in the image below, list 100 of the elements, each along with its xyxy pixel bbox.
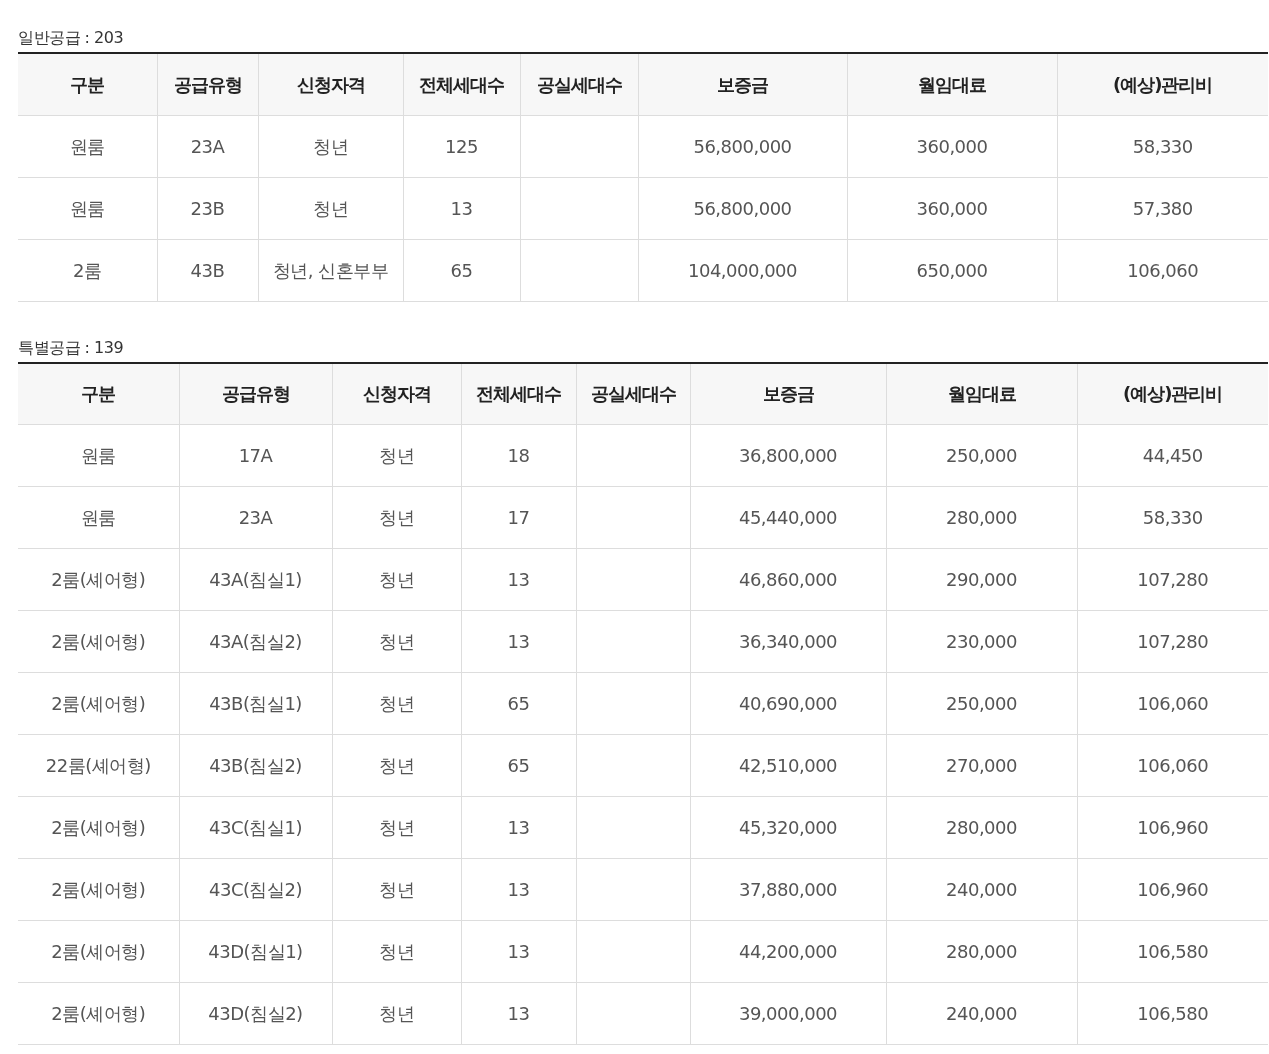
table-cell: 65: [461, 734, 576, 797]
table-cell: 원룸: [18, 424, 179, 487]
table-cell: 290,000: [886, 548, 1077, 611]
table-cell: 106,960: [1077, 858, 1268, 921]
table-cell: 청년: [332, 486, 461, 549]
table-cell: 청년: [332, 672, 461, 735]
column-header: 공실세대수: [520, 53, 638, 115]
table-cell: 청년: [332, 858, 461, 921]
table-cell: 2룸(셰어형): [18, 672, 179, 735]
table-cell: 280,000: [886, 796, 1077, 859]
table-cell: 250,000: [886, 424, 1077, 487]
table-cell: 43D(침실2): [179, 982, 332, 1045]
table-cell: 36,340,000: [690, 610, 886, 673]
table-cell: 43C(침실2): [179, 858, 332, 921]
table-cell: 청년: [258, 177, 403, 239]
table-cell: 107,280: [1077, 610, 1268, 673]
table-cell: 40,690,000: [690, 672, 886, 735]
table-cell: 230,000: [886, 610, 1077, 673]
table-cell: 원룸: [18, 486, 179, 549]
table-cell: 104,000,000: [638, 239, 847, 301]
table-cell: 13: [461, 858, 576, 921]
table-cell: 43B(침실1): [179, 672, 332, 735]
table-cell: 2룸(셰어형): [18, 920, 179, 983]
table-cell: 240,000: [886, 858, 1077, 921]
table-cell: 280,000: [886, 920, 1077, 983]
column-header: (예상)관리비: [1057, 53, 1268, 115]
table-cell: 13: [461, 610, 576, 673]
table-cell: 43A(침실2): [179, 610, 332, 673]
table-cell: 43D(침실1): [179, 920, 332, 983]
table-cell: 청년: [332, 610, 461, 673]
column-header: 공급유형: [157, 53, 258, 115]
table-cell: 57,380: [1057, 177, 1268, 239]
table-cell: 17: [461, 486, 576, 549]
column-header: 보증금: [690, 362, 886, 425]
table-cell: 청년: [332, 548, 461, 611]
column-header: 공급유형: [179, 362, 332, 425]
table-cell: 23A: [157, 115, 258, 177]
table-cell: 37,880,000: [690, 858, 886, 921]
table-cell: 65: [461, 672, 576, 735]
table-cell: 2룸: [18, 239, 157, 301]
table-cell: 58,330: [1077, 486, 1268, 549]
table-cell: 17A: [179, 424, 332, 487]
table-cell: 청년: [332, 796, 461, 859]
table-cell: 청년: [258, 115, 403, 177]
table-cell: 43A(침실1): [179, 548, 332, 611]
table-cell: 39,000,000: [690, 982, 886, 1045]
column-header: 월임대료: [847, 53, 1057, 115]
column-header: 신청자격: [258, 53, 403, 115]
table-cell: 43B: [157, 239, 258, 301]
table-cell: 106,060: [1057, 239, 1268, 301]
column-header: 월임대료: [886, 362, 1077, 425]
table-cell: 65: [403, 239, 520, 301]
table-cell: 106,960: [1077, 796, 1268, 859]
table-cell: 360,000: [847, 177, 1057, 239]
table-cell: 13: [461, 796, 576, 859]
table-cell: 42,510,000: [690, 734, 886, 797]
table-cell: 45,440,000: [690, 486, 886, 549]
table-cell: 106,060: [1077, 672, 1268, 735]
table-cell: 23A: [179, 486, 332, 549]
table-cell: 22룸(셰어형): [18, 734, 179, 797]
section-caption: 일반공급 : 203: [18, 28, 125, 48]
table-cell: 44,450: [1077, 424, 1268, 487]
table-cell: 280,000: [886, 486, 1077, 549]
table-cell: 청년: [332, 734, 461, 797]
table-cell: 107,280: [1077, 548, 1268, 611]
table-cell: 13: [461, 982, 576, 1045]
table-cell: 13: [461, 920, 576, 983]
column-header: 신청자격: [332, 362, 461, 425]
table-cell: 36,800,000: [690, 424, 886, 487]
table-cell: 18: [461, 424, 576, 487]
column-header: 공실세대수: [576, 362, 690, 425]
column-header: (예상)관리비: [1077, 362, 1268, 425]
table-cell: 청년: [332, 982, 461, 1045]
table-cell: 46,860,000: [690, 548, 886, 611]
table-cell: 원룸: [18, 177, 157, 239]
table-cell: 270,000: [886, 734, 1077, 797]
table-cell: 13: [403, 177, 520, 239]
table-cell: 240,000: [886, 982, 1077, 1045]
column-header: 전체세대수: [461, 362, 576, 425]
table-cell: 45,320,000: [690, 796, 886, 859]
table-cell: 106,580: [1077, 982, 1268, 1045]
table-cell: 650,000: [847, 239, 1057, 301]
table-cell: 2룸(셰어형): [18, 610, 179, 673]
table-cell: 청년: [332, 920, 461, 983]
table-cell: 23B: [157, 177, 258, 239]
table-cell: 58,330: [1057, 115, 1268, 177]
table-cell: 청년, 신혼부부: [258, 239, 403, 301]
table-cell: 106,580: [1077, 920, 1268, 983]
table-cell: 2룸(셰어형): [18, 858, 179, 921]
table-cell: 2룸(셰어형): [18, 796, 179, 859]
table-cell: 43C(침실1): [179, 796, 332, 859]
column-header: 전체세대수: [403, 53, 520, 115]
table-cell: 44,200,000: [690, 920, 886, 983]
table-cell: 2룸(셰어형): [18, 982, 179, 1045]
table-cell: 56,800,000: [638, 177, 847, 239]
table-cell: 106,060: [1077, 734, 1268, 797]
table-cell: 13: [461, 548, 576, 611]
table-cell: 청년: [332, 424, 461, 487]
table-cell: 56,800,000: [638, 115, 847, 177]
column-header: 구분: [18, 53, 157, 115]
